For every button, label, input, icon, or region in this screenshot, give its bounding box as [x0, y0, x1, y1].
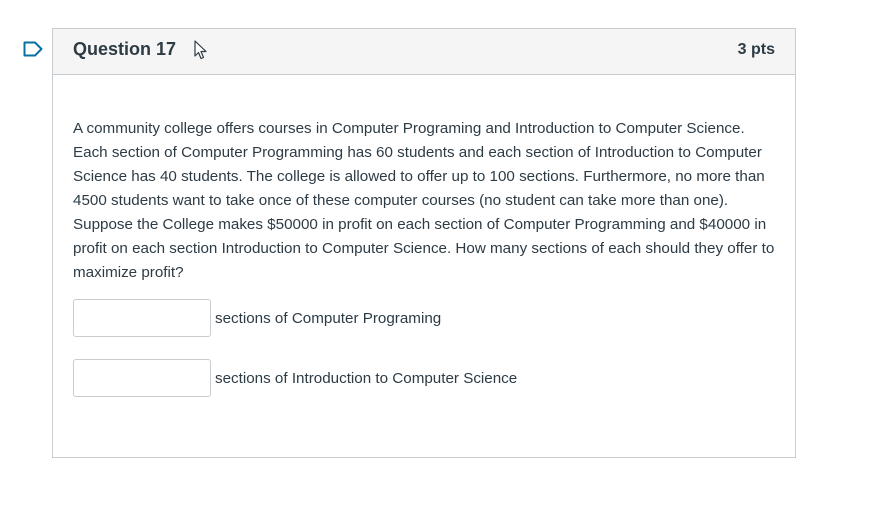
answer-input-programming[interactable] [73, 299, 211, 337]
quiz-page: Question 17 3 pts A community college of… [0, 0, 895, 506]
question-card: Question 17 3 pts A community college of… [52, 28, 796, 458]
question-text: A community college offers courses in Co… [73, 120, 775, 281]
answer-label-intro-cs: sections of Introduction to Computer Sci… [215, 369, 518, 387]
question-body: A community college offers courses in Co… [53, 75, 795, 397]
question-header: Question 17 3 pts [53, 29, 795, 75]
mouse-pointer-icon [194, 39, 207, 59]
flag-question-icon[interactable] [23, 41, 43, 57]
answer-row-intro-cs: sections of Introduction to Computer Sci… [73, 359, 775, 397]
answer-input-intro-cs[interactable] [73, 359, 211, 397]
answer-label-programming: sections of Computer Programing [215, 309, 442, 327]
answer-row-programming: sections of Computer Programing [73, 299, 775, 337]
question-title-wrap: Question 17 [73, 39, 208, 60]
question-title: Question 17 [73, 39, 177, 59]
question-points: 3 pts [737, 41, 775, 58]
